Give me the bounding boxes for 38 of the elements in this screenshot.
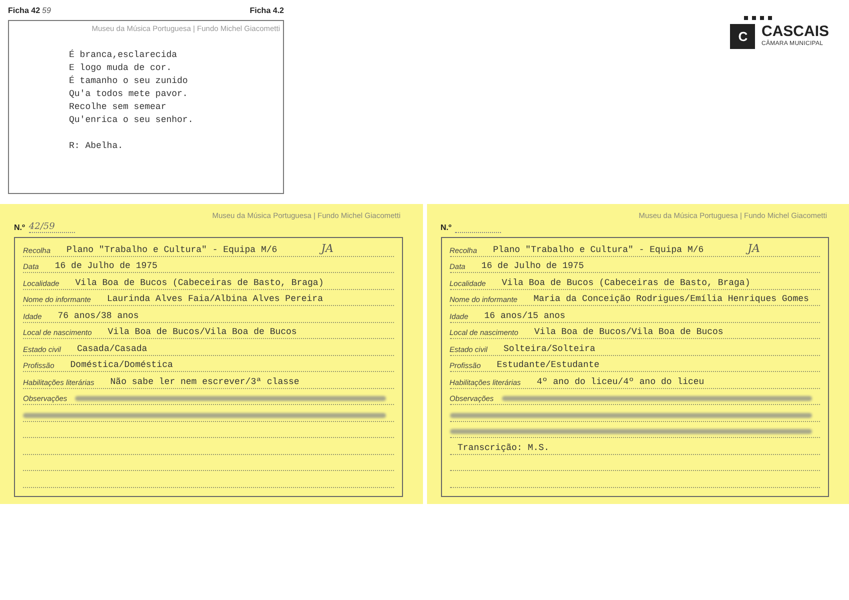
field-value: 76 anos/38 anos xyxy=(58,310,139,322)
handwritten-initials: JA xyxy=(748,242,760,255)
handwritten-initials: JA xyxy=(321,242,334,255)
dots-icon xyxy=(744,16,772,20)
field-value: Não sabe ler nem escrever/3ª classe xyxy=(110,376,300,388)
number-label: N.º xyxy=(14,223,25,234)
field-value: Laurinda Alves Faia/Albina Alves Pereira xyxy=(106,294,323,306)
verse-line: Recolhe sem semear xyxy=(69,102,168,112)
field-value: Vila Boa de Bucos (Cabeceiras de Basto, Braga) xyxy=(502,278,750,289)
verse-line: Qu'enrica o seu senhor. xyxy=(69,115,194,126)
field-value: Doméstica/Doméstica xyxy=(70,360,173,372)
field-value: 16 de Julho de 1975 xyxy=(481,261,584,272)
verse-line: E logo muda de cor. xyxy=(69,63,173,74)
field-value: Maria da Conceição Rodrigues/Emília Henriques Gomes xyxy=(533,294,809,306)
handwritten-number: 59 xyxy=(42,5,51,17)
verse-line: É tamanho o seu zunido xyxy=(69,76,189,86)
field-value: Transcrição: M.S. xyxy=(458,442,550,454)
field-value: Vila Boa de Bucos (Cabeceiras de Basto, Braga) xyxy=(75,278,324,289)
field-value: Solteira/Solteira xyxy=(503,344,596,355)
number-label: N.º xyxy=(440,223,452,234)
field-value: Casada/Casada xyxy=(76,344,148,355)
logo-mark: C xyxy=(730,24,756,49)
field-value: Vila Boa de Bucos/Vila Boa de Bucos xyxy=(108,327,297,338)
number-line xyxy=(455,232,502,234)
logo-name: CASCAIS xyxy=(761,24,829,40)
card-number: Ficha 42 xyxy=(8,5,40,17)
field-value: 16 de Julho de 1975 xyxy=(54,261,158,272)
verse-line: É branca,esclarecida xyxy=(69,50,178,60)
field-value: Plano "Trabalho e Cultura" - Equipa M/6 xyxy=(66,244,278,256)
field-value: 4º ano do liceu/4º ano do liceu xyxy=(536,376,704,388)
field-value: Estudante/Estudante xyxy=(496,360,600,372)
field-value: Vila Boa de Bucos/Vila Boa de Bucos xyxy=(534,327,724,338)
field-value: Plano "Trabalho e Cultura" - Equipa M/6 xyxy=(493,244,704,256)
field-value: 16 anos/15 anos xyxy=(484,310,566,322)
number-line: 42/59 xyxy=(28,222,75,234)
riddle-answer: R: Abelha. xyxy=(69,141,124,152)
card-number: Ficha 4.2 xyxy=(250,5,284,17)
verse-line: Qu'a todos mete pavor. xyxy=(69,89,189,100)
